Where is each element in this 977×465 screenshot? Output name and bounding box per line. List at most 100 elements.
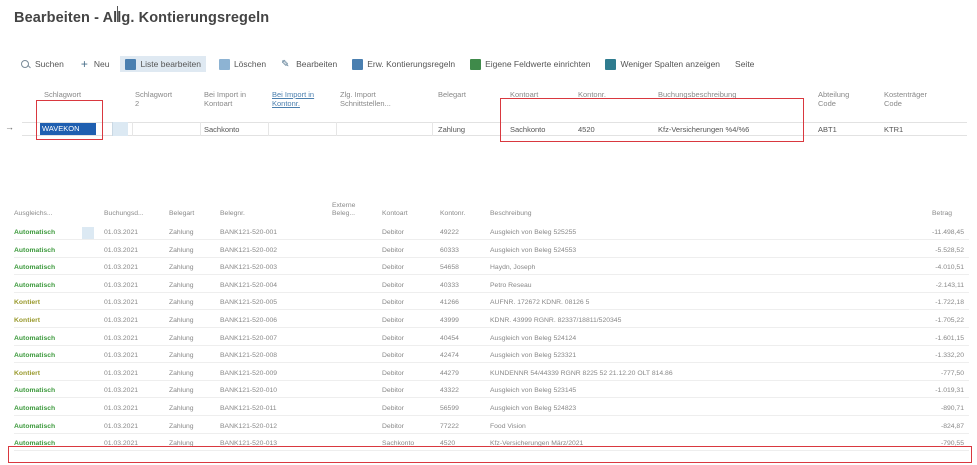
col-beschreibung[interactable]: Beschreibung — [490, 210, 532, 218]
search-button[interactable]: Suchen — [18, 56, 66, 72]
fewer-columns-button[interactable]: Weniger Spalten anzeigen — [603, 56, 722, 72]
edit-list-button[interactable]: Liste bearbeiten — [120, 56, 206, 72]
custom-fields-label: Eigene Feldwerte einrichten — [485, 59, 591, 69]
cell-belegnr: BANK121-520-006 — [220, 317, 278, 324]
col-buchungsdatum[interactable]: Buchungsd... — [104, 210, 144, 218]
cell-buchungsdatum: 01.03.2021 — [104, 422, 139, 430]
cell-kontonr: 77222 — [440, 422, 459, 430]
cell-kontoart: Debitor — [382, 387, 404, 395]
col-belegart[interactable]: Belegart — [169, 210, 194, 218]
cell-buchungsdatum: 01.03.2021 — [104, 405, 139, 412]
col-externe-beleg[interactable]: Externe Beleg... — [332, 202, 362, 218]
cell-beschreibung: Food Vision — [490, 422, 526, 430]
cell-abteilung-code[interactable]: ABT1 — [818, 125, 837, 134]
col-import-kontonr[interactable]: Bei Import in Kontonr. — [272, 90, 324, 108]
schlagwort-lookup-button[interactable] — [112, 122, 128, 136]
extended-rules-button[interactable]: Erw. Kontierungsregeln — [350, 56, 457, 72]
cell-belegnr: BANK121-520-008 — [220, 352, 278, 360]
col-zlg-import[interactable]: Zlg. Import Schnittstellen... — [340, 90, 398, 108]
cell-belegart: Zahlung — [169, 352, 194, 360]
highlight-schlagwort — [36, 100, 103, 140]
cell-beschreibung: Ausgleich von Beleg 524823 — [490, 405, 577, 412]
cell-belegart: Zahlung — [169, 387, 194, 395]
rules-icon — [352, 58, 364, 70]
cell-kontonr: 40454 — [440, 334, 459, 342]
table-row[interactable]: Automatisch 01.03.2021 Zahlung BANK121-520-… — [14, 244, 969, 258]
col-schlagwort-2[interactable]: Schlagwort 2 — [135, 90, 175, 108]
cell-kontoart: Debitor — [382, 281, 404, 289]
row-selector[interactable] — [82, 227, 94, 239]
plus-icon: + — [80, 56, 88, 71]
search-label: Suchen — [35, 59, 64, 69]
cell-betrag: -890,71 — [940, 405, 964, 412]
cell-ausgleich: Kontiert — [14, 317, 41, 324]
cell-belegnr: BANK121-520-001 — [220, 229, 278, 236]
table-row[interactable]: Automatisch 01.03.2021 Zahlung BANK121-520-… — [14, 384, 969, 399]
cell-kontoart: Debitor — [382, 246, 404, 254]
cell-kontoart: Debitor — [382, 334, 404, 342]
cell-belegart[interactable]: Zahlung — [438, 125, 465, 134]
table-row[interactable]: Automatisch 01.03.2021 Zahlung BANK121-520-… — [14, 261, 969, 276]
col-ausgleich[interactable]: Ausgleichs... — [14, 210, 53, 218]
fewer-columns-label: Weniger Spalten anzeigen — [620, 59, 721, 69]
cell-buchungsdatum: 01.03.2021 — [104, 281, 139, 289]
col-belegart[interactable]: Belegart — [438, 90, 488, 99]
col-kostentraeger-code[interactable]: Kostenträger Code — [884, 90, 940, 108]
column-divider — [268, 122, 269, 136]
table-row[interactable]: Automatisch 01.03.2021 Zahlung BANK121-520-… — [14, 279, 969, 293]
cell-ausgleich: Automatisch — [14, 334, 56, 342]
column-divider — [200, 122, 201, 136]
table-row[interactable]: Automatisch 01.03.2021 Zahlung BANK121-520-… — [14, 420, 969, 434]
cell-ausgleich: Automatisch — [14, 246, 56, 254]
edit-list-label: Liste bearbeiten — [140, 59, 201, 69]
table-row[interactable]: Automatisch 01.03.2021 Zahlung BANK121-520-… — [14, 402, 969, 416]
cell-kontoart: Debitor — [382, 369, 404, 377]
table-row[interactable]: Kontiert 01.03.2021 Zahlung BANK121-520-006… — [14, 314, 969, 328]
cell-beschreibung: Petro Reseau — [490, 281, 532, 289]
col-import-kontoart[interactable]: Bei Import in Kontoart — [204, 90, 256, 108]
page-menu-button[interactable]: Seite — [733, 56, 756, 72]
cell-kontonr: 43999 — [440, 317, 459, 324]
cell-buchungsdatum: 01.03.2021 — [104, 317, 139, 324]
cell-kostentraeger-code[interactable]: KTR1 — [884, 125, 903, 134]
search-icon — [20, 59, 31, 70]
col-betrag[interactable]: Betrag — [932, 210, 952, 218]
col-belegnr[interactable]: Belegnr. — [220, 210, 245, 218]
edit-button[interactable]: ✎ Bearbeiten — [279, 56, 339, 72]
cell-buchungsdatum: 01.03.2021 — [104, 299, 139, 307]
new-button[interactable]: + Neu — [77, 56, 112, 72]
cell-import-kontoart[interactable]: Sachkonto — [204, 125, 239, 134]
cell-kontoart: Debitor — [382, 405, 404, 412]
cell-beschreibung: Ausgleich von Beleg 524124 — [490, 334, 577, 342]
table-row[interactable]: Kontiert 01.03.2021 Zahlung BANK121-520-009… — [14, 367, 969, 381]
table-row[interactable]: Kontiert 01.03.2021 Zahlung BANK121-520-005… — [14, 296, 969, 311]
cell-belegnr: BANK121-520-002 — [220, 246, 278, 254]
cell-belegart: Zahlung — [169, 264, 194, 272]
rules-row[interactable]: Sachkonto Zahlung Sachkonto 4520 Kfz-Ver… — [22, 122, 967, 136]
cell-betrag: -11.498,45 — [932, 229, 964, 236]
table-row[interactable]: Automatisch 01.03.2021 Zahlung BANK121-520-… — [14, 332, 969, 346]
cell-kontoart: Debitor — [382, 352, 404, 360]
cell-buchungsdatum: 01.03.2021 — [104, 387, 139, 395]
col-kontoart[interactable]: Kontoart — [382, 210, 408, 218]
table-row[interactable]: Automatisch 01.03.2021 Zahlung BANK121-520-… — [14, 226, 969, 240]
cell-belegnr: BANK121-520-005 — [220, 299, 278, 307]
cell-kontoart: Debitor — [382, 317, 404, 324]
cell-belegnr: BANK121-520-004 — [220, 281, 278, 289]
edit-list-icon — [125, 58, 137, 70]
cell-belegart: Zahlung — [169, 422, 194, 430]
col-abteilung-code[interactable]: Abteilung Code — [818, 90, 868, 108]
fields-icon — [470, 58, 482, 70]
table-row[interactable]: Automatisch 01.03.2021 Zahlung BANK121-520-… — [14, 349, 969, 364]
delete-button[interactable]: Löschen — [217, 56, 268, 72]
cell-betrag: -1.019,31 — [935, 387, 964, 395]
pencil-icon: ✎ — [281, 58, 290, 70]
col-schlagwort[interactable]: Schlagwort — [44, 90, 104, 99]
new-label: Neu — [93, 59, 110, 69]
cell-beschreibung: Ausgleich von Beleg 523321 — [490, 352, 577, 360]
custom-fields-button[interactable]: Eigene Feldwerte einrichten — [468, 56, 592, 72]
cell-betrag: -1.722,18 — [935, 299, 964, 307]
cell-belegart: Zahlung — [169, 369, 194, 377]
highlight-last-row — [8, 446, 972, 463]
col-kontonr[interactable]: Kontonr. — [440, 210, 465, 218]
